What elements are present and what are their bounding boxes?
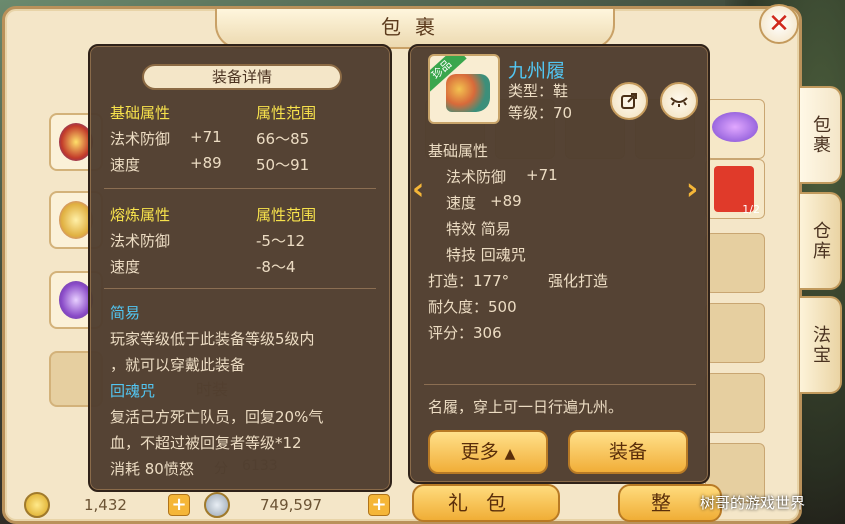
refine-range-title: 属性范围 (256, 206, 317, 224)
tab-treasure[interactable]: 法宝 (800, 296, 842, 394)
equip-button[interactable]: 装备 (568, 430, 688, 474)
add-gold-button[interactable]: + (168, 494, 190, 516)
bag-title: 包裹 (381, 15, 449, 39)
item-info-popup: 珍品 九州履 类型：鞋 等级：70 基础属性 法术防御 +71 速度 +89 特… (408, 44, 710, 484)
refine-stat-name: 法术防御 (110, 232, 171, 250)
stat-name: 法术防御 (446, 168, 507, 186)
divider (104, 288, 376, 289)
skill-name: 回魂咒 (110, 382, 156, 400)
special-skill: 特技 回魂咒 (446, 246, 526, 264)
refine-stat-range: -5～12 (256, 232, 306, 250)
inventory-slot[interactable] (705, 373, 765, 433)
stat-value: +89 (490, 192, 522, 210)
inventory-slot[interactable] (705, 233, 765, 293)
forge-info: 打造：177° (428, 272, 510, 290)
skill-description: 复活己方死亡队员，回复20%气 (110, 408, 324, 426)
currency-bar: 1,432 + 749,597 + (12, 492, 412, 522)
stat-name: 法术防御 (110, 130, 171, 148)
gold-amount: 1,432 (84, 496, 127, 514)
chevron-right-icon[interactable]: › (686, 172, 698, 207)
eye-closed-icon (670, 97, 688, 107)
special-effect: 特效 简易 (446, 220, 511, 238)
effect-description: ，就可以穿戴此装备 (110, 356, 246, 374)
share-icon (621, 93, 637, 109)
divider (424, 384, 696, 385)
chevron-left-icon[interactable]: ‹ (412, 172, 424, 207)
silver-amount: 749,597 (260, 496, 323, 514)
effect-name: 简易 (110, 304, 141, 322)
item-name: 九州履 (508, 60, 566, 82)
item-level: 等级：70 (508, 104, 573, 122)
hide-button[interactable] (660, 82, 698, 120)
gift-pack-button[interactable]: 礼包 (412, 484, 560, 522)
gold-coin-icon (24, 492, 50, 518)
chevron-up-icon: ▲ (504, 446, 516, 462)
more-button[interactable]: 更多 ▲ (428, 430, 548, 474)
tab-storage[interactable]: 仓库 (800, 192, 842, 290)
forge-strong: 强化打造 (548, 272, 609, 290)
refine-stat-range: -8～4 (256, 258, 296, 276)
inventory-slot[interactable] (705, 303, 765, 363)
tab-bag[interactable]: 包裹 (800, 86, 842, 184)
close-button[interactable]: ✕ (759, 4, 799, 44)
stat-value: +71 (526, 166, 558, 184)
item-type: 类型：鞋 (508, 82, 569, 100)
stat-name: 速度 (446, 194, 477, 212)
inventory-slot[interactable]: 1/2 (705, 159, 765, 219)
bag-header: 包裹 (215, 9, 615, 49)
item-icon-frame: 珍品 (428, 54, 500, 124)
add-silver-button[interactable]: + (368, 494, 390, 516)
refine-stat-name: 速度 (110, 258, 141, 276)
watermark: 树哥的游戏世界 (700, 494, 806, 512)
item-score: 评分：306 (428, 324, 502, 342)
boots-icon (446, 74, 490, 112)
effect-description: 玩家等级低于此装备等级5级内 (110, 330, 315, 348)
silver-coin-icon (204, 492, 230, 518)
more-label: 更多 (460, 441, 499, 463)
skill-cost: 消耗 80愤怒 (110, 460, 194, 478)
skill-description: 血，不超过被回复者等级*12 (110, 434, 302, 452)
item-description: 名履，穿上可一日行遍九州。 (428, 398, 624, 416)
base-stats-title: 基础属性 (428, 142, 489, 160)
base-stats-title: 基础属性 (110, 104, 171, 122)
share-button[interactable] (610, 82, 648, 120)
inventory-slot[interactable] (705, 99, 765, 159)
divider (104, 188, 376, 189)
fish-icon (712, 112, 758, 142)
stat-value: +71 (190, 128, 222, 146)
stat-range: 66～85 (256, 130, 310, 148)
detail-header: 装备详情 (142, 64, 342, 90)
equipment-detail-popup: 装备详情 基础属性 属性范围 法术防御 +71 66～85 速度 +89 50～… (88, 44, 392, 492)
refine-stats-title: 熔炼属性 (110, 206, 171, 224)
stat-name: 速度 (110, 156, 141, 174)
range-title: 属性范围 (256, 104, 317, 122)
stat-range: 50～91 (256, 156, 310, 174)
durability: 耐久度：500 (428, 298, 517, 316)
stat-value: +89 (190, 154, 222, 172)
